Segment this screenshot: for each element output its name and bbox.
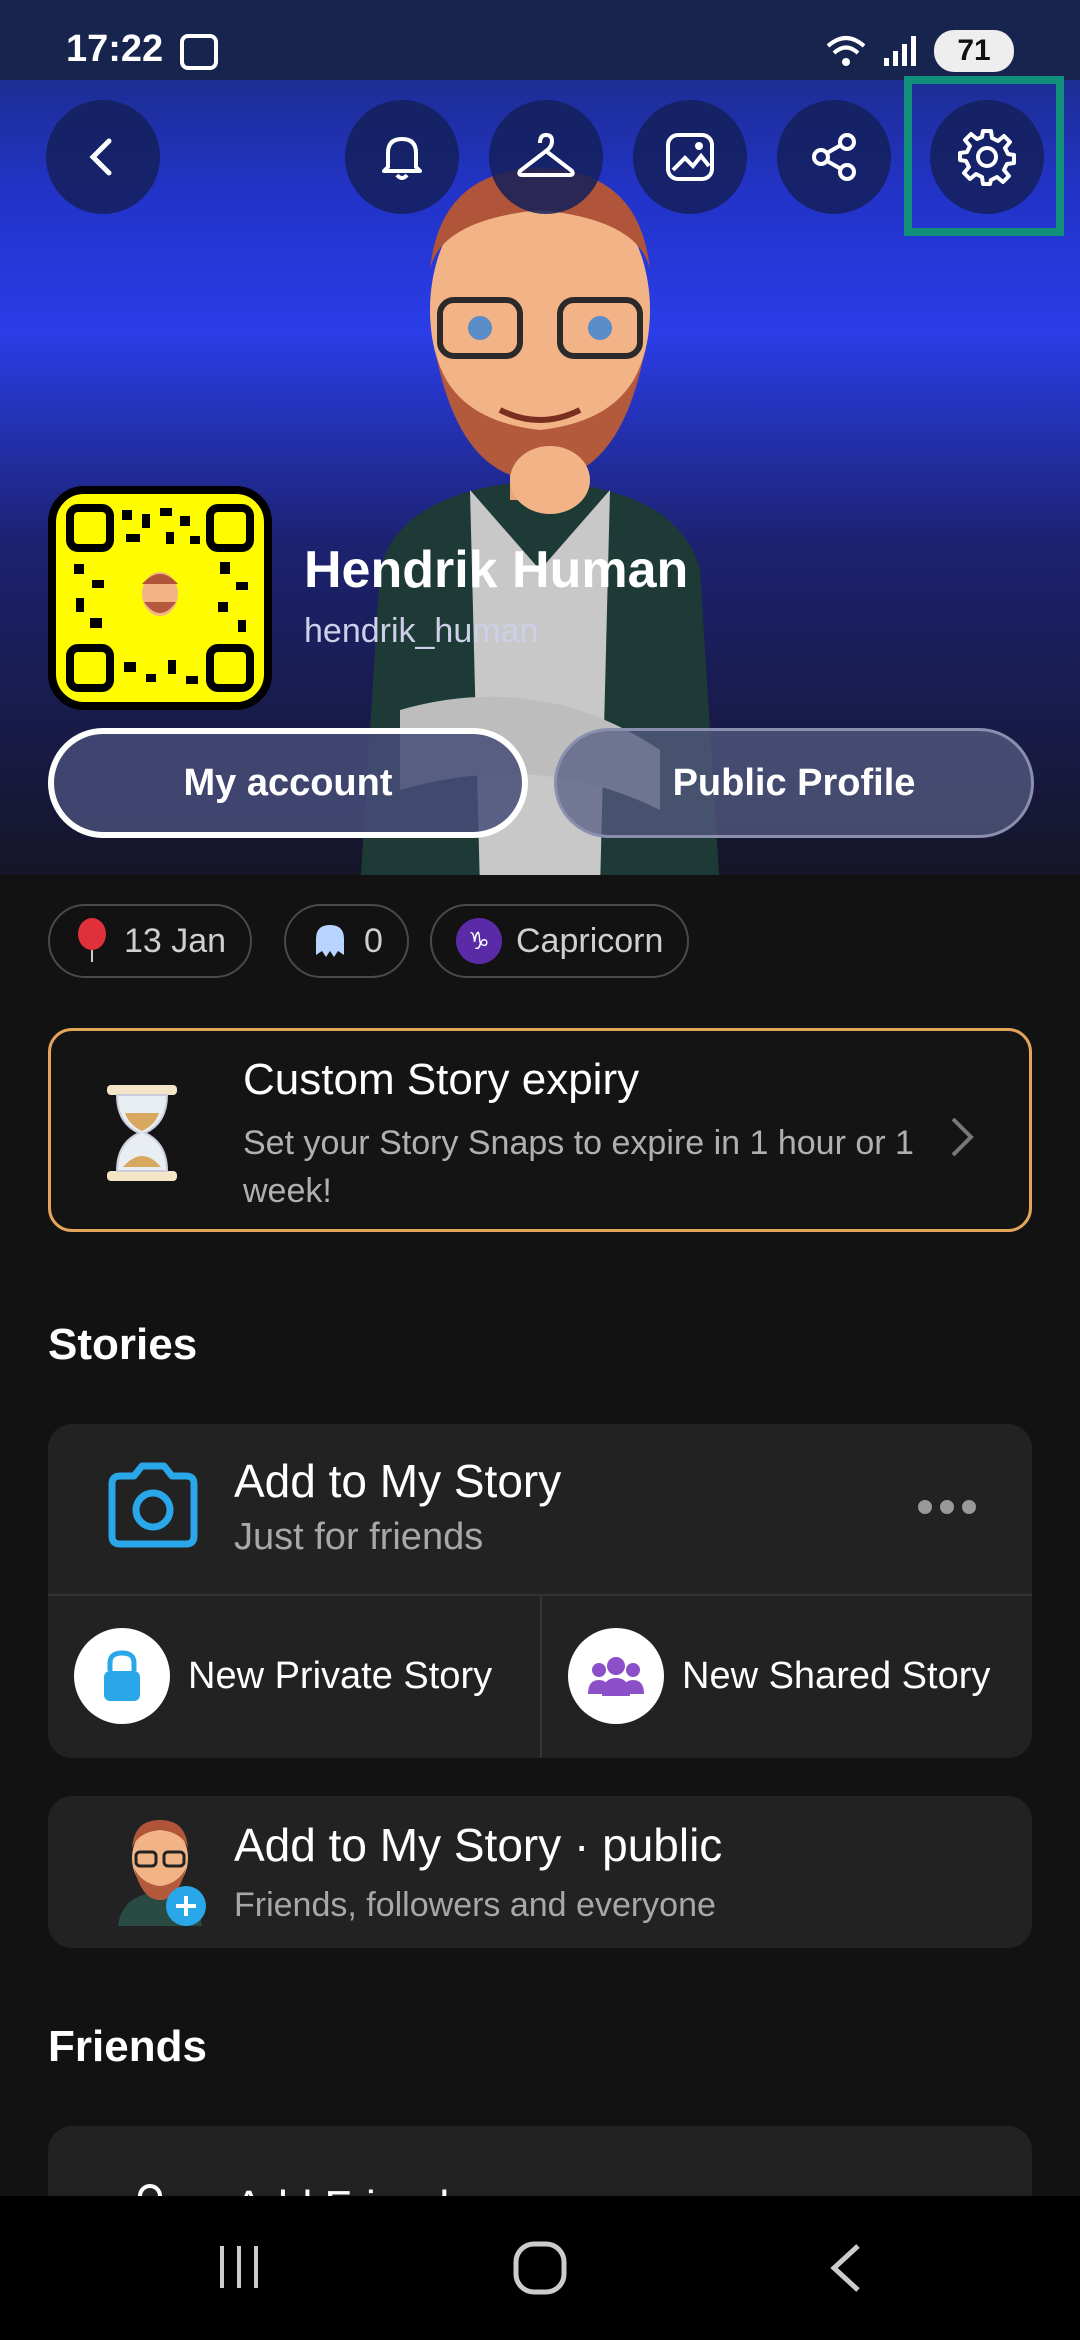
public-profile-button[interactable]: Public Profile xyxy=(554,728,1034,838)
hourglass-icon xyxy=(107,1085,177,1181)
background-button[interactable] xyxy=(633,100,747,214)
back-button[interactable] xyxy=(46,100,160,214)
screenshot-icon xyxy=(180,34,218,70)
share-button[interactable] xyxy=(777,100,891,214)
share-icon xyxy=(812,133,856,181)
friends-heading: Friends xyxy=(48,2022,207,2071)
wifi-icon xyxy=(826,36,866,66)
divider xyxy=(540,1596,542,1758)
chevron-right-icon xyxy=(951,1117,974,1157)
balloon-icon xyxy=(78,918,106,962)
custom-story-expiry-card[interactable]: Custom Story expiry Set your Story Snaps… xyxy=(48,1028,1032,1232)
notifications-button[interactable] xyxy=(345,100,459,214)
expiry-title: Custom Story expiry xyxy=(243,1055,640,1104)
friends-count-chip[interactable]: 0 xyxy=(284,904,409,978)
display-name: Hendrik Human xyxy=(304,541,689,599)
friends-count-label: 0 xyxy=(364,921,383,960)
new-private-story-label: New Private Story xyxy=(188,1654,493,1697)
battery-indicator: 71 xyxy=(934,30,1014,72)
system-navigation-bar xyxy=(0,2196,1080,2340)
add-to-my-story-subtitle: Just for friends xyxy=(234,1516,484,1558)
settings-highlight-box xyxy=(904,76,1064,236)
status-time: 17:22 xyxy=(66,28,164,70)
stories-heading: Stories xyxy=(48,1320,198,1369)
qr-code-icon xyxy=(66,504,254,692)
signal-icon xyxy=(884,36,916,66)
wardrobe-button[interactable] xyxy=(489,100,603,214)
image-icon xyxy=(666,133,714,181)
birthday-chip[interactable]: 13 Jan xyxy=(48,904,253,978)
bitmoji-avatar-small xyxy=(118,1820,206,1926)
ghost-icon xyxy=(316,925,344,957)
new-private-story-button[interactable]: New Private Story xyxy=(74,1626,492,1726)
recent-apps-icon[interactable] xyxy=(214,2242,264,2292)
status-bar: 17:22 71 xyxy=(0,0,1080,80)
status-indicators: 71 xyxy=(826,30,1014,72)
group-icon-badge xyxy=(568,1628,664,1724)
add-to-my-story-title[interactable]: Add to My Story xyxy=(234,1454,561,1508)
bell-icon xyxy=(382,137,422,180)
new-shared-story-label: New Shared Story xyxy=(682,1654,991,1697)
username: hendrik_human xyxy=(304,612,539,650)
home-icon[interactable] xyxy=(512,2240,568,2296)
lock-icon-badge xyxy=(74,1628,170,1724)
profile-header: 17:22 71 Hendrik Human hendrik_human My … xyxy=(0,0,1080,875)
zodiac-chip[interactable]: ♑ Capricorn xyxy=(430,904,690,978)
more-options-icon[interactable] xyxy=(918,1500,976,1514)
chevron-left-icon xyxy=(89,138,112,176)
back-nav-icon[interactable] xyxy=(826,2242,866,2294)
expiry-subtitle: Set your Story Snaps to expire in 1 hour… xyxy=(243,1124,914,1210)
lock-icon xyxy=(104,1650,140,1701)
my-account-button[interactable]: My account xyxy=(48,728,528,838)
public-story-card[interactable]: Add to My Story · public Friends, follow… xyxy=(48,1796,1032,1948)
my-story-card: Add to My Story Just for friends New Pri… xyxy=(48,1424,1032,1758)
svg-text:♑: ♑ xyxy=(468,927,490,955)
public-story-title: Add to My Story · public xyxy=(234,1819,723,1871)
capricorn-icon: ♑ xyxy=(456,918,502,964)
camera-icon xyxy=(108,1462,198,1548)
birthday-label: 13 Jan xyxy=(124,921,227,960)
zodiac-label: Capricorn xyxy=(516,921,664,960)
group-icon xyxy=(588,1657,644,1696)
public-story-subtitle: Friends, followers and everyone xyxy=(234,1886,716,1924)
new-shared-story-button[interactable]: New Shared Story xyxy=(568,1626,990,1726)
snapcode[interactable] xyxy=(48,486,272,710)
hanger-icon xyxy=(517,133,575,177)
